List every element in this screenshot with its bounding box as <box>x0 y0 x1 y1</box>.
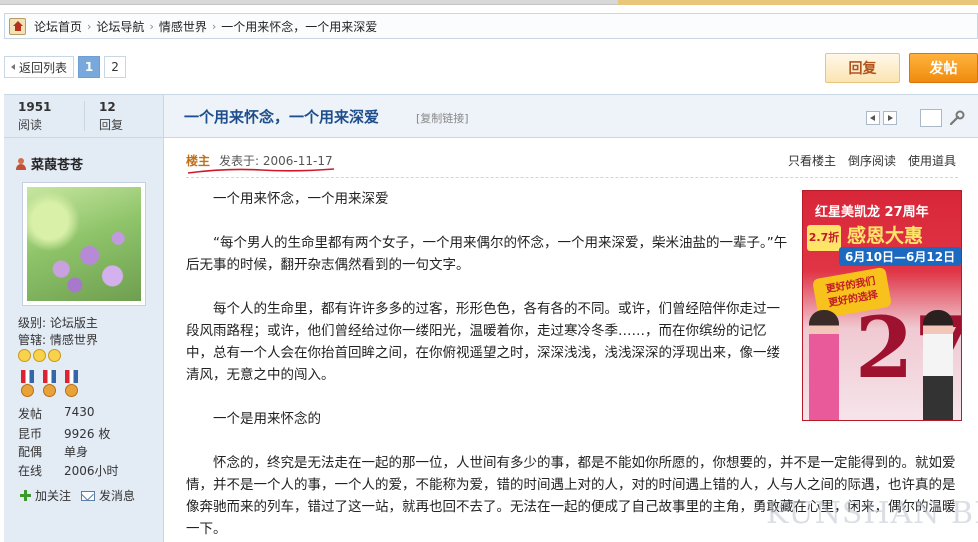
browser-top-strip <box>0 0 978 5</box>
author-sidebar: 菜葭苍苍 级别: 论坛版主 管辖: 情感世界 发帖 7430 昆币 9926 枚 配… <box>4 138 164 542</box>
author-stat-value: 7430 <box>64 405 95 419</box>
reply-button[interactable]: 回复 <box>825 53 900 83</box>
medal-icon[interactable] <box>18 370 37 400</box>
avatar-image <box>27 187 141 301</box>
avatar[interactable] <box>22 182 146 306</box>
post-paragraph: 一个用来怀念，一个用来深爱 <box>213 191 389 207</box>
wrench-icon[interactable] <box>948 109 966 127</box>
author-online: 在线 2006小时 <box>18 462 119 479</box>
ad-brand-line: 红星美凯龙 27周年 <box>815 205 929 220</box>
author-stat-value: 2006小时 <box>64 464 119 478</box>
stats-divider <box>84 101 85 131</box>
reverse-order-link[interactable]: 倒序阅读 <box>848 152 896 169</box>
thread-header-bar: 1951 阅读 12 回复 一个用来怀念，一个用来深爱 [复制链接] <box>4 94 978 138</box>
breadcrumb-forum-home[interactable]: 论坛首页 <box>34 18 82 35</box>
mail-icon <box>81 490 96 501</box>
breadcrumb-separator: › <box>211 19 217 33</box>
post-content: 一个用来怀念，一个用来深爱 “每个男人的生命里都有两个女子，一个用来偶尔的怀念，… <box>186 188 792 452</box>
view-op-only-link[interactable]: 只看楼主 <box>788 152 836 169</box>
medal-icon[interactable] <box>40 370 59 400</box>
ad-model-figure <box>923 310 953 420</box>
send-message-button[interactable]: 发消息 <box>81 487 135 504</box>
post-paragraph: “每个男人的生命里都有两个女子，一个用来偶尔的怀念，一个用来深爱，柴米油盐的一辈… <box>186 235 788 273</box>
replies-count: 12 <box>99 100 116 114</box>
smiley-icon <box>33 349 46 362</box>
pagination: 返回列表 1 2 <box>4 56 127 78</box>
thread-stats: 1951 阅读 12 回复 <box>4 95 164 137</box>
post-paragraph: 一个是用来怀念的 <box>213 411 321 427</box>
author-actions: 加关注 发消息 <box>20 487 135 504</box>
replies-label: 回复 <box>99 118 124 132</box>
tool-box[interactable] <box>920 109 942 127</box>
author-stat-value: 9926 枚 <box>64 427 111 441</box>
site-watermark: KUNSHAN BBS <box>766 496 978 531</box>
author-manages: 管辖: 情感世界 <box>18 333 98 347</box>
meta-divider <box>186 177 958 178</box>
medal-icon[interactable] <box>62 370 81 400</box>
author-coins: 昆币 9926 枚 <box>18 425 110 442</box>
author-stat-label: 配偶 <box>18 445 43 459</box>
ad-model-figure <box>809 310 839 420</box>
smiley-icon <box>48 349 61 362</box>
replies-stat: 12 回复 <box>99 100 123 133</box>
use-tool-link[interactable]: 使用道具 <box>908 152 956 169</box>
ad-date-range: 6月10日—6月12日 <box>839 247 961 266</box>
views-label: 阅读 <box>18 118 43 132</box>
user-icon <box>16 157 26 170</box>
author-name-text: 菜葭苍苍 <box>31 158 84 173</box>
back-to-list-button[interactable]: 返回列表 <box>4 56 75 78</box>
arrow-left-icon <box>11 64 15 70</box>
top-accent-strip <box>618 0 978 5</box>
ad-discount-badge: 2.7折 <box>807 225 841 251</box>
back-to-list-label: 返回列表 <box>19 60 68 75</box>
author-level: 级别: 论坛版主 <box>18 316 98 330</box>
thread-nav-arrows <box>866 111 897 125</box>
author-name[interactable]: 菜葭苍苍 <box>16 154 83 173</box>
breadcrumb-forum-nav[interactable]: 论坛导航 <box>96 18 144 35</box>
breadcrumb-emotion-world[interactable]: 情感世界 <box>159 18 207 35</box>
author-posts: 发帖 7430 <box>18 405 95 422</box>
views-stat: 1951 阅读 <box>18 100 51 133</box>
page-1-button[interactable]: 1 <box>78 56 101 78</box>
breadcrumb-current-thread: 一个用来怀念，一个用来深爱 <box>221 19 378 34</box>
breadcrumb-separator: › <box>87 19 92 33</box>
author-stat-label: 在线 <box>18 464 43 478</box>
previous-thread-icon[interactable] <box>866 111 880 125</box>
copy-link-button[interactable]: [复制链接] <box>416 110 469 126</box>
follow-label: 加关注 <box>35 489 72 503</box>
rank-smilies <box>18 349 61 362</box>
author-stat-value: 单身 <box>64 445 89 459</box>
ad-headline: 感恩大惠 <box>847 225 924 247</box>
page-2-button[interactable]: 2 <box>104 56 127 78</box>
medals <box>18 370 81 400</box>
next-thread-icon[interactable] <box>883 111 897 125</box>
author-spouse: 配偶 单身 <box>18 443 88 460</box>
author-stat-label: 昆币 <box>18 427 43 441</box>
home-icon[interactable] <box>9 17 26 35</box>
post-meta: 楼主 发表于: 2006-11-17 只看楼主 倒序阅读 使用道具 <box>186 152 958 174</box>
views-count: 1951 <box>18 100 52 114</box>
thread-title: 一个用来怀念，一个用来深爱 <box>184 108 380 126</box>
send-message-label: 发消息 <box>99 489 136 503</box>
author-stat-label: 发帖 <box>18 407 43 421</box>
post-meta-actions: 只看楼主 倒序阅读 使用道具 <box>788 152 956 169</box>
new-post-button[interactable]: 发帖 <box>909 53 978 83</box>
advertisement-banner[interactable]: 红星美凯龙 27周年 2.7折 感恩大惠 6月10日—6月12日 更好的我们 更好… <box>802 190 962 421</box>
plus-icon <box>20 490 31 501</box>
smiley-icon <box>18 349 31 362</box>
breadcrumb-separator: › <box>149 19 154 33</box>
post-paragraph: 每个人的生命里，都有许许多多的过客，形形色色，各有各的不同。或许，们曾经陪伴你走… <box>186 301 780 383</box>
red-underline-mark <box>187 168 335 174</box>
follow-button[interactable]: 加关注 <box>20 487 71 504</box>
breadcrumb: 论坛首页 › 论坛导航 › 情感世界 › 一个用来怀念，一个用来深爱 <box>4 13 978 39</box>
